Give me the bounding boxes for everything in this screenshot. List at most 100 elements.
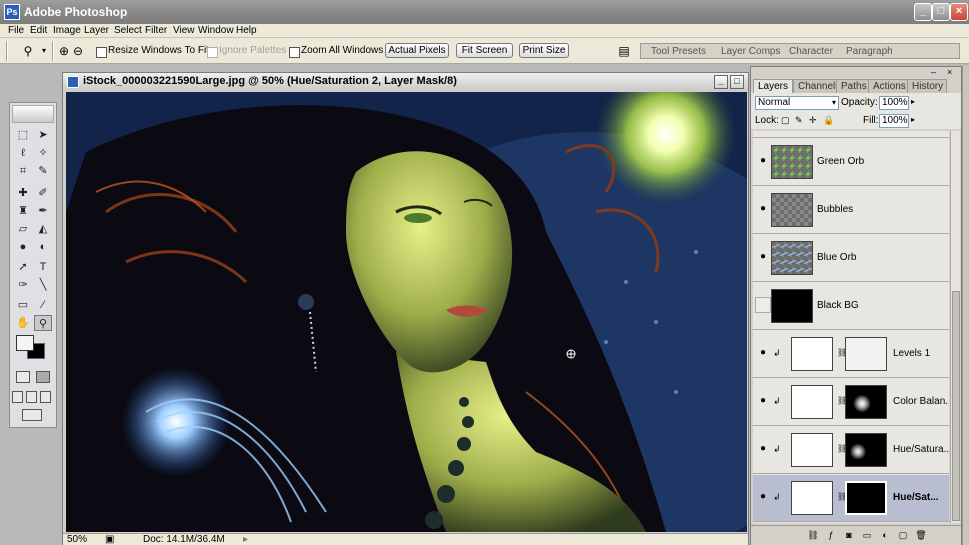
eraser-icon[interactable]: ▱ <box>14 221 32 237</box>
ignore-palettes-checkbox[interactable]: Ignore Palettes <box>207 44 286 58</box>
paint-bucket-icon[interactable]: ◭ <box>34 221 52 237</box>
healing-brush-icon[interactable]: ✚ <box>14 185 32 201</box>
quick-mask-icon[interactable] <box>36 371 50 383</box>
tab-history[interactable]: History <box>907 79 947 93</box>
zoom-out-icon[interactable]: ⊖ <box>70 43 86 59</box>
dodge-icon[interactable]: ◐ <box>34 239 52 255</box>
blur-icon[interactable]: ● <box>14 239 32 255</box>
layer-mask-thumbnail[interactable] <box>845 481 887 515</box>
menu-file[interactable]: File <box>8 25 24 36</box>
scrollbar-thumb[interactable] <box>952 291 960 521</box>
magic-wand-icon[interactable]: ✧ <box>34 145 52 161</box>
link-chain-icon[interactable]: ⛓ <box>837 348 847 358</box>
crop-icon[interactable]: ⌗ <box>14 163 32 179</box>
fill-slider-icon[interactable]: ▸ <box>911 115 915 124</box>
trash-icon[interactable]: 🗑 <box>915 529 927 541</box>
screen-mode-full-icon[interactable] <box>40 391 51 403</box>
layer-mask-thumbnail[interactable] <box>845 385 887 419</box>
layer-row[interactable]: ● ↲ ⛓ Color Balan... <box>753 379 949 426</box>
hand-icon[interactable]: ✋ <box>14 315 32 331</box>
visibility-eye-icon[interactable]: ● <box>757 395 769 407</box>
new-adjustment-layer-icon[interactable]: ◐ <box>879 529 891 541</box>
visibility-toggle-empty[interactable] <box>755 297 771 313</box>
menu-view[interactable]: View <box>173 25 195 36</box>
layer-row[interactable]: ● ↲ ⛓ Hue/Satura... <box>753 427 949 474</box>
fit-screen-button[interactable]: Fit Screen <box>456 43 513 58</box>
layers-scrollbar[interactable] <box>950 131 960 523</box>
layer-row[interactable] <box>753 131 949 138</box>
lock-all-icon[interactable]: 🔒 <box>823 115 834 126</box>
menu-layer[interactable]: Layer <box>84 25 109 36</box>
pen-icon[interactable]: ✑ <box>14 277 32 293</box>
lock-image-icon[interactable]: ✎ <box>795 115 803 126</box>
tab-paragraph[interactable]: Paragraph <box>846 46 893 57</box>
visibility-eye-icon[interactable]: ● <box>757 155 769 167</box>
slice-icon[interactable]: ✎ <box>34 163 52 179</box>
layer-row[interactable]: ● Blue Orb <box>753 235 949 282</box>
layer-row[interactable]: ● Green Orb <box>753 139 949 186</box>
menu-image[interactable]: Image <box>53 25 81 36</box>
clone-stamp-icon[interactable]: ♜ <box>14 203 32 219</box>
visibility-eye-icon[interactable]: ● <box>757 491 769 503</box>
menu-select[interactable]: Select <box>114 25 142 36</box>
marquee-icon[interactable]: ⬚ <box>14 127 32 143</box>
tab-layers[interactable]: Layers <box>753 79 794 93</box>
path-selection-icon[interactable]: ➚ <box>14 259 32 275</box>
maximize-button[interactable]: □ <box>932 3 950 21</box>
layer-row[interactable]: ● Bubbles <box>753 187 949 234</box>
minimize-button[interactable]: _ <box>914 3 932 21</box>
print-size-button[interactable]: Print Size <box>519 43 569 58</box>
zoom-tool-icon[interactable]: ⚲ <box>34 315 52 331</box>
chevron-down-icon[interactable]: ▾ <box>36 43 52 59</box>
foreground-color-swatch[interactable] <box>16 335 34 351</box>
layer-style-icon[interactable]: ƒ <box>825 529 837 541</box>
visibility-eye-icon[interactable]: ● <box>757 203 769 215</box>
tab-layer-comps[interactable]: Layer Comps <box>721 46 780 57</box>
tab-tool-presets[interactable]: Tool Presets <box>651 46 706 57</box>
document-maximize-button[interactable]: □ <box>730 75 744 89</box>
eyedropper-icon[interactable]: ⁄ <box>34 297 52 313</box>
move-icon[interactable]: ➤ <box>34 127 52 143</box>
panel-minimize-icon[interactable]: – <box>931 67 936 77</box>
visibility-eye-icon[interactable]: ● <box>757 443 769 455</box>
layer-mask-thumbnail[interactable] <box>845 337 887 371</box>
lock-transparency-icon[interactable]: ▢ <box>781 115 790 126</box>
tab-character[interactable]: Character <box>789 46 833 57</box>
opacity-slider-icon[interactable]: ▸ <box>911 97 915 106</box>
fill-input[interactable]: 100% <box>879 114 909 128</box>
layer-mask-thumbnail[interactable] <box>845 433 887 467</box>
screen-mode-menu-icon[interactable] <box>26 391 37 403</box>
link-chain-icon[interactable]: ⛓ <box>837 492 847 502</box>
menu-help[interactable]: Help <box>236 25 257 36</box>
zoom-level[interactable]: 50% <box>67 534 87 545</box>
new-group-icon[interactable]: ▭ <box>861 529 873 541</box>
document-minimize-button[interactable]: _ <box>714 75 728 89</box>
zoom-icon[interactable]: ⚲ <box>20 43 36 59</box>
history-brush-icon[interactable]: ✒ <box>34 203 52 219</box>
jump-to-imageready-icon[interactable] <box>22 409 42 421</box>
new-layer-icon[interactable]: ▢ <box>897 529 909 541</box>
lasso-icon[interactable]: ℓ <box>14 145 32 161</box>
link-layers-icon[interactable]: ⛓ <box>807 529 819 541</box>
zoom-all-windows-checkbox[interactable]: Zoom All Windows <box>289 44 383 58</box>
link-chain-icon[interactable]: ⛓ <box>837 396 847 406</box>
resize-windows-checkbox[interactable]: Resize Windows To Fit <box>96 44 209 58</box>
tab-paths[interactable]: Paths <box>836 79 872 93</box>
actual-pixels-button[interactable]: Actual Pixels <box>385 43 449 58</box>
layer-row[interactable]: Black BG <box>753 283 949 330</box>
tab-actions[interactable]: Actions <box>868 79 911 93</box>
lock-position-icon[interactable]: ✛ <box>809 115 817 126</box>
image-canvas[interactable] <box>66 92 747 532</box>
blend-mode-select[interactable]: Normal ▾ <box>755 96 839 110</box>
opacity-input[interactable]: 100% <box>879 96 909 110</box>
menu-filter[interactable]: Filter <box>145 25 167 36</box>
add-mask-icon[interactable]: ◙ <box>843 529 855 541</box>
standard-mode-icon[interactable] <box>16 371 30 383</box>
brush-icon[interactable]: ✐ <box>34 185 52 201</box>
visibility-eye-icon[interactable]: ● <box>757 347 769 359</box>
screen-mode-standard-icon[interactable] <box>12 391 23 403</box>
layer-row-selected[interactable]: ● ↲ ⛓ Hue/Sat... <box>753 475 949 522</box>
status-menu-icon[interactable]: ▸ <box>243 534 248 545</box>
menu-window[interactable]: Window <box>198 25 234 36</box>
panel-close-icon[interactable]: × <box>947 67 952 77</box>
